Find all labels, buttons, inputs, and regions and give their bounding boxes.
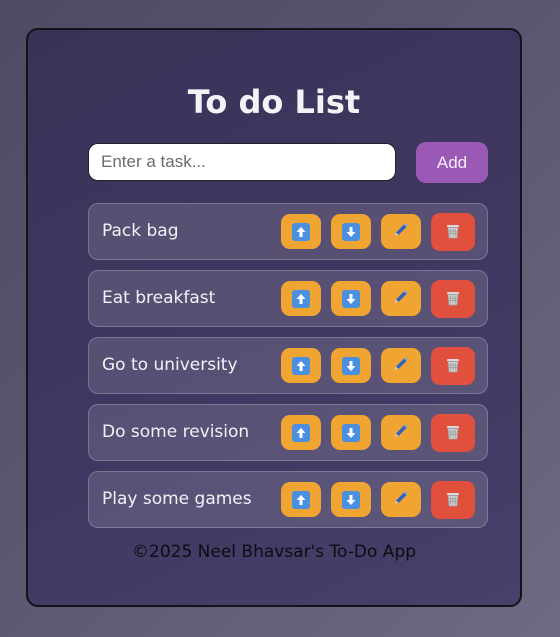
delete-button[interactable] (431, 347, 475, 385)
move-up-button[interactable] (281, 281, 321, 316)
pencil-icon (392, 489, 410, 510)
task-item: Play some games (88, 471, 488, 528)
edit-button[interactable] (381, 214, 421, 249)
move-down-button[interactable] (331, 482, 371, 517)
move-down-button[interactable] (331, 415, 371, 450)
move-up-button[interactable] (281, 348, 321, 383)
move-down-button[interactable] (331, 281, 371, 316)
todo-card: To do List Add Pack bag (26, 28, 522, 607)
wastebasket-icon (444, 356, 462, 377)
arrow-down-icon (342, 289, 360, 308)
arrow-down-icon (342, 222, 360, 241)
task-text: Eat breakfast (102, 288, 216, 308)
move-down-button[interactable] (331, 348, 371, 383)
pencil-icon (392, 355, 410, 376)
task-list: Pack bag Eat breakfast Go to university … (88, 203, 488, 538)
edit-button[interactable] (381, 482, 421, 517)
footer-copyright: ©2025 Neel Bhavsar's To-Do App (132, 542, 416, 562)
wastebasket-icon (444, 222, 462, 243)
move-up-button[interactable] (281, 482, 321, 517)
delete-button[interactable] (431, 280, 475, 318)
delete-button[interactable] (431, 414, 475, 452)
wastebasket-icon (444, 490, 462, 511)
task-text: Do some revision (102, 422, 250, 442)
task-input[interactable] (88, 143, 396, 181)
page-title: To do List (187, 83, 361, 121)
arrow-down-icon (342, 356, 360, 375)
pencil-icon (392, 288, 410, 309)
move-down-button[interactable] (331, 214, 371, 249)
edit-button[interactable] (381, 348, 421, 383)
arrow-down-icon (342, 490, 360, 509)
task-text: Pack bag (102, 221, 179, 241)
delete-button[interactable] (431, 213, 475, 251)
wastebasket-icon (444, 289, 462, 310)
delete-button[interactable] (431, 481, 475, 519)
task-item: Go to university (88, 337, 488, 394)
pencil-icon (392, 422, 410, 443)
arrow-down-icon (342, 423, 360, 442)
edit-button[interactable] (381, 281, 421, 316)
arrow-up-icon (292, 356, 310, 375)
task-text: Play some games (102, 489, 252, 509)
task-item: Pack bag (88, 203, 488, 260)
edit-button[interactable] (381, 415, 421, 450)
wastebasket-icon (444, 423, 462, 444)
task-text: Go to university (102, 355, 238, 375)
arrow-up-icon (292, 490, 310, 509)
arrow-up-icon (292, 423, 310, 442)
task-item: Eat breakfast (88, 270, 488, 327)
arrow-up-icon (292, 289, 310, 308)
add-task-button[interactable]: Add (416, 142, 488, 183)
move-up-button[interactable] (281, 214, 321, 249)
move-up-button[interactable] (281, 415, 321, 450)
arrow-up-icon (292, 222, 310, 241)
pencil-icon (392, 221, 410, 242)
task-item: Do some revision (88, 404, 488, 461)
